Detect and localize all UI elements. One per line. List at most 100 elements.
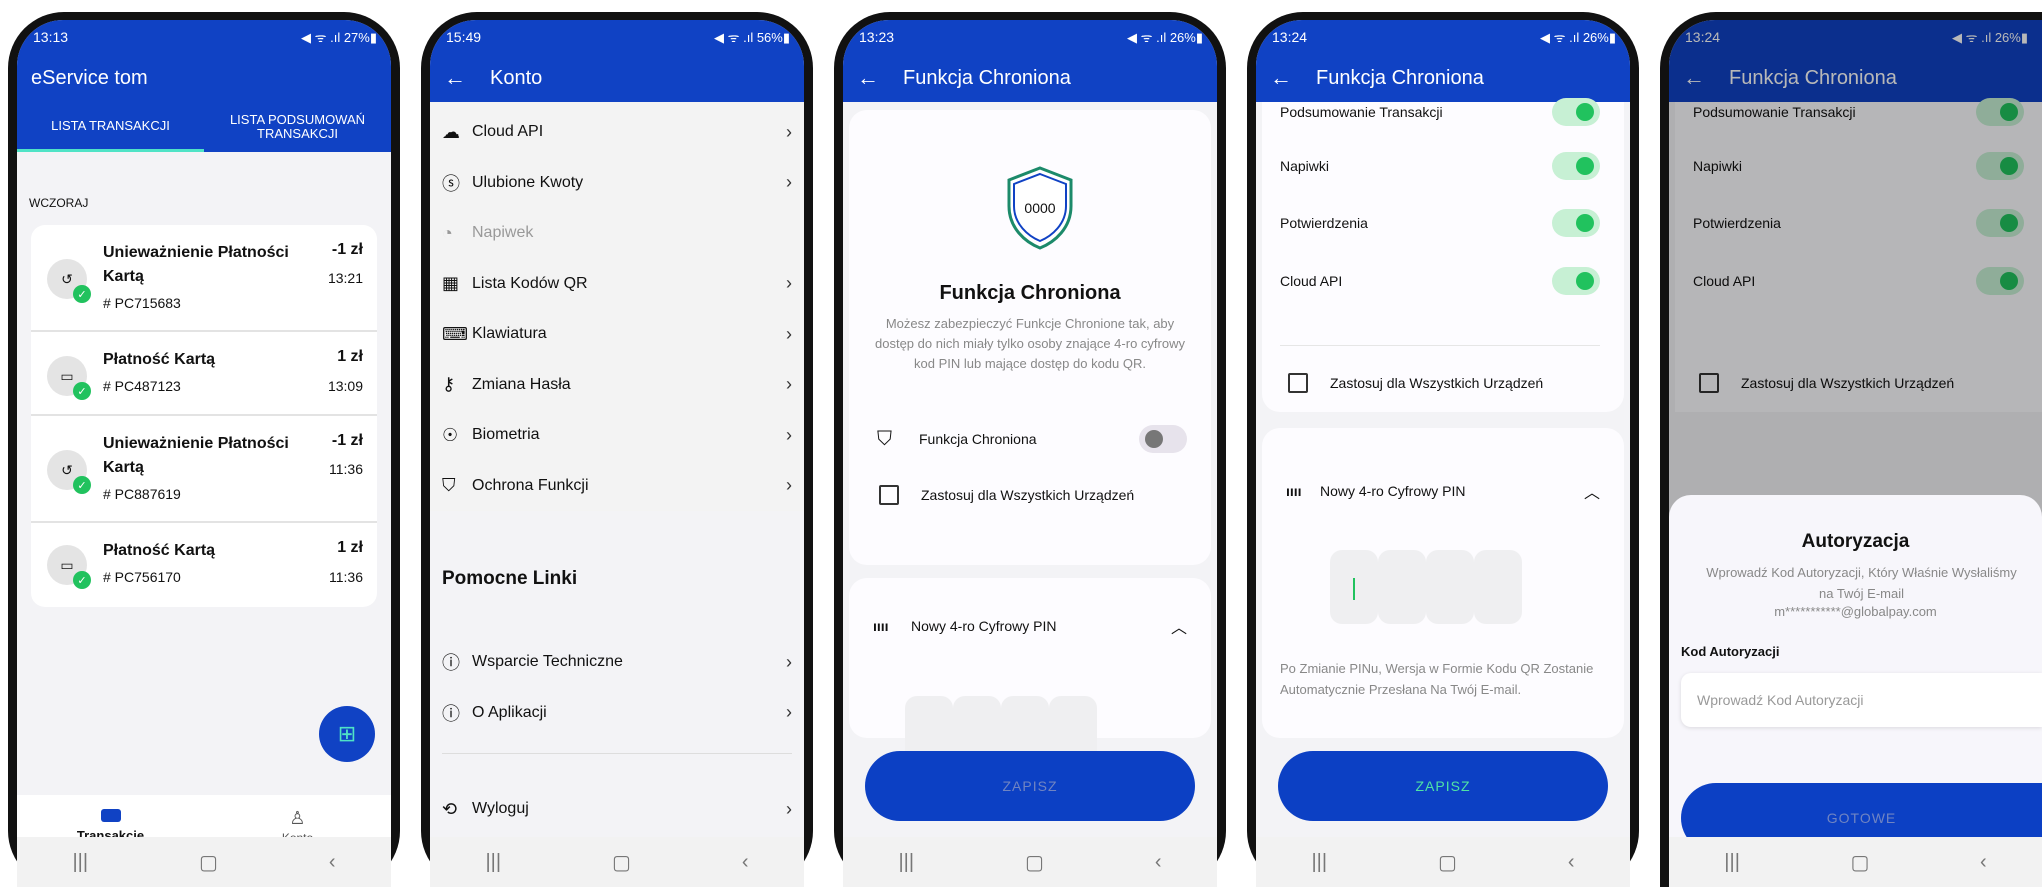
add-transaction-fab[interactable]: ⊞ [319, 706, 375, 762]
sheet-title: Autoryzacja [1801, 531, 1910, 552]
menu-label: Zmiana Hasła [472, 375, 571, 393]
pin-digit-1[interactable] [1330, 550, 1378, 624]
keyboard-icon: ⌨ [442, 323, 468, 344]
tab-transaction-list[interactable]: LISTA TRANSAKCJI [17, 102, 204, 152]
authorization-sheet: Autoryzacja Wprowadź Kod Autoryzacji, Kt… [1669, 495, 2042, 887]
code-input[interactable]: Wprowadź Kod Autoryzacji [1681, 673, 2042, 727]
tips-toggle[interactable] [1552, 152, 1600, 180]
pin-dots-icon: ıııı [1286, 483, 1302, 499]
info-icon: ⓘ [442, 703, 460, 724]
back-arrow-icon[interactable]: ← [444, 65, 490, 91]
recent-apps-icon[interactable]: ||| [898, 851, 914, 874]
apply-all-row[interactable]: Zastosuj dla Wszystkich Urządzeń [879, 485, 1187, 505]
save-button[interactable]: ZAPISZ [865, 751, 1195, 821]
add-card-icon: ⊞ [337, 721, 357, 746]
save-button[interactable]: ZAPISZ [1278, 751, 1608, 821]
chevron-up-icon: ︿ [1170, 620, 1187, 637]
transaction-time: 13:21 [327, 270, 363, 286]
chevron-right-icon: › [786, 424, 792, 445]
recent-apps-icon[interactable]: ||| [485, 851, 501, 874]
transaction-title: Płatność Kartą [103, 351, 216, 368]
transaction-row[interactable]: ▭ ✓ Płatność Kartą # PC756170 1 zł 11:36 [31, 523, 377, 607]
menu-label: Napiwek [472, 224, 534, 242]
menu-label: O Aplikacji [472, 703, 547, 721]
home-icon[interactable]: ▢ [1025, 850, 1044, 875]
screen-protected-function-pin: 13:24 ◀ ᯤ .ıl 26%▮ ← Funkcja Chroniona P… [1256, 20, 1630, 887]
undo-icon: ↺ ✓ [47, 259, 91, 303]
chevron-right-icon: › [786, 374, 792, 395]
apply-all-checkbox[interactable] [879, 485, 899, 505]
pin-header[interactable]: ıııı Nowy 4-ro Cyfrowy PIN ︿ [873, 614, 1187, 638]
menu-item-cloud-api[interactable]: ☁ Cloud API › [430, 107, 804, 158]
screen-transactions: 13:13 ◀ ᯤ .ıl 27%▮ eService tom LISTA TR… [17, 20, 391, 887]
system-nav: ||| ▢ ‹ [843, 837, 1217, 887]
shield-text: 0000 [1024, 200, 1055, 216]
screen-authorization: 13:24 ◀ ᯤ .ıl 26%▮ ← Funkcja Chroniona P… [1669, 20, 2042, 887]
help-icon: ⓘ [442, 653, 460, 674]
home-icon[interactable]: ▢ [1851, 850, 1870, 875]
menu-label: Lista Kodów QR [472, 274, 588, 292]
back-icon[interactable]: ‹ [1155, 851, 1162, 874]
undo-icon: ↺ ✓ [47, 450, 91, 494]
transaction-row[interactable]: ↺ ✓ Unieważnienie Płatności Kartą # PC887… [31, 416, 377, 523]
home-icon[interactable]: ▢ [612, 850, 631, 875]
back-icon[interactable]: ‹ [329, 851, 336, 874]
menu-item-tip: ◔ Napiwek [430, 208, 804, 259]
phone-transactions: 13:13 ◀ ᯤ .ıl 27%▮ eService tom LISTA TR… [8, 12, 400, 887]
chevron-right-icon: › [786, 121, 792, 142]
confirmations-toggle[interactable] [1552, 209, 1600, 237]
menu-item-support[interactable]: ⓘ Wsparcie Techniczne › [430, 637, 804, 688]
recent-apps-icon[interactable]: ||| [72, 851, 88, 874]
back-icon[interactable]: ‹ [742, 851, 749, 874]
tip-icon: ◔ [442, 222, 453, 243]
cloud-icon: ☁ [442, 121, 460, 142]
apply-all-checkbox[interactable] [1288, 373, 1308, 393]
key-icon: ⚷ [442, 374, 456, 395]
protected-toggle[interactable] [1139, 425, 1187, 453]
apply-all-row[interactable]: Zastosuj dla Wszystkich Urządzeń [1288, 373, 1600, 393]
phone-authorization: 13:24 ◀ ᯤ .ıl 26%▮ ← Funkcja Chroniona P… [1660, 12, 2042, 887]
transaction-time: 11:36 [329, 569, 363, 585]
heading: Funkcja Chroniona [939, 282, 1121, 304]
menu-item-about[interactable]: ⓘ O Aplikacji › [430, 688, 804, 739]
transaction-amount: 1 zł [337, 348, 363, 365]
transaction-row[interactable]: ↺ ✓ Unieważnienie Płatności Kartą # PC715… [31, 225, 377, 332]
pin-card: ıııı Nowy 4-ro Cyfrowy PIN ︿ Po Zmianie … [1262, 428, 1624, 738]
menu-label: Klawiatura [472, 325, 547, 343]
app-bar: ← Konto [430, 54, 804, 102]
tab-summary-list[interactable]: LISTA PODSUMOWAŃ TRANSAKCJI [204, 102, 391, 152]
menu-item-function-protection[interactable]: ⛉ Ochrona Funkcji › [430, 461, 804, 512]
summary-toggle[interactable] [1552, 98, 1600, 126]
pin-digit-4[interactable] [1474, 550, 1522, 624]
menu-item-logout[interactable]: ⟲ Wyloguj › [430, 784, 804, 835]
menu-item-qr-codes[interactable]: ▦ Lista Kodów QR › [430, 259, 804, 310]
toggle-label: Cloud API [1280, 273, 1343, 289]
protected-toggle-row: ⛉ Funkcja Chroniona [877, 425, 1187, 453]
chevron-up-icon: ︿ [1583, 485, 1600, 502]
home-icon[interactable]: ▢ [1438, 850, 1457, 875]
home-icon[interactable]: ▢ [199, 850, 218, 875]
pin-digit-2[interactable] [1378, 550, 1426, 624]
recent-apps-icon[interactable]: ||| [1311, 851, 1327, 874]
back-arrow-icon[interactable]: ← [1270, 65, 1316, 91]
help-links-title: Pomocne Linki [442, 568, 578, 589]
back-icon[interactable]: ‹ [1568, 851, 1575, 874]
toggles-card: Podsumowanie Transakcji Napiwki Potwierd… [1262, 98, 1624, 412]
back-icon[interactable]: ‹ [1980, 851, 1987, 874]
menu-item-change-password[interactable]: ⚷ Zmiana Hasła › [430, 360, 804, 411]
menu-item-favorite-amounts[interactable]: ⓢ Ulubione Kwoty › [430, 158, 804, 209]
recent-apps-icon[interactable]: ||| [1724, 851, 1740, 874]
transaction-amount: -1 zł [331, 241, 363, 258]
pin-header[interactable]: ıııı Nowy 4-ro Cyfrowy PIN ︿ [1286, 479, 1600, 503]
cloud-api-toggle[interactable] [1552, 267, 1600, 295]
back-arrow-icon[interactable]: ← [857, 65, 903, 91]
menu-item-keyboard[interactable]: ⌨ Klawiatura › [430, 309, 804, 360]
transaction-row[interactable]: ▭ ✓ Płatność Kartą # PC487123 1 zł 13:09 [31, 332, 377, 416]
fingerprint-icon: ☉ [442, 424, 459, 445]
section-header: WCZORAJ [29, 196, 89, 210]
chevron-right-icon: › [786, 172, 792, 193]
pin-digit-3[interactable] [1426, 550, 1474, 624]
divider [442, 753, 792, 754]
menu-item-biometrics[interactable]: ☉ Biometria › [430, 410, 804, 461]
transaction-id: # PC487123 [103, 378, 181, 394]
